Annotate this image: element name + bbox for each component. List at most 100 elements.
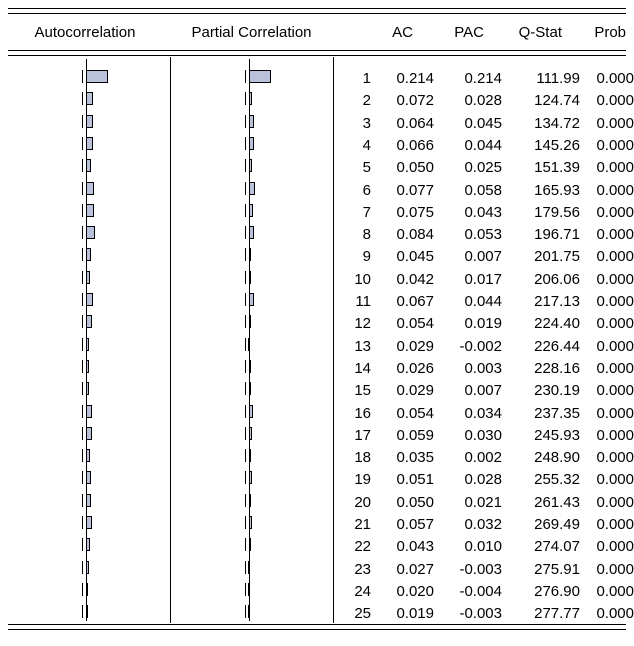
- acf-bar: [86, 114, 93, 128]
- acf-bar: [86, 582, 89, 596]
- cell-qstat: 134.72: [534, 114, 580, 132]
- column-header-row: Autocorrelation Partial Correlation AC P…: [0, 20, 634, 46]
- cell-prob: 0.000: [596, 136, 634, 154]
- cell-ac: 0.067: [396, 293, 434, 310]
- acf-bar: [86, 181, 94, 195]
- pacf-confidence-bound-tick: [245, 270, 246, 284]
- acf-confidence-bound-tick: [82, 404, 83, 418]
- acf-confidence-bound-tick: [82, 203, 83, 217]
- acf-confidence-bound-tick: [82, 114, 83, 128]
- pacf-confidence-bound-tick: [245, 404, 246, 418]
- cell-lag: 7: [362, 203, 371, 221]
- cell-pac: 0.030: [464, 426, 502, 444]
- cell-ac: 0.077: [396, 181, 434, 199]
- table-row: 9 0.045 0.007 201.75 0.000: [333, 246, 634, 268]
- cell-prob: 0.000: [596, 426, 634, 444]
- cell-pac: 0.034: [464, 404, 502, 422]
- bottom-rule-upper: [8, 624, 626, 625]
- cell-lag: 25: [354, 605, 371, 623]
- cell-qstat: 226.44: [534, 337, 580, 355]
- cell-qstat: 237.35: [534, 404, 580, 422]
- pacf-bar: [248, 560, 250, 574]
- cell-lag: 20: [354, 493, 371, 511]
- pacf-bar: [249, 404, 253, 418]
- cell-qstat: 196.71: [534, 226, 580, 244]
- cell-qstat: 201.75: [534, 248, 580, 266]
- pacf-confidence-bound-tick: [245, 293, 246, 306]
- partial-correlation-plot: [170, 57, 333, 623]
- table-row: 20 0.050 0.021 261.43 0.000: [333, 492, 634, 514]
- cell-pac: 0.025: [464, 159, 502, 177]
- cell-qstat: 179.56: [534, 203, 580, 221]
- cell-prob: 0.000: [596, 337, 634, 355]
- cell-ac: 0.027: [396, 560, 434, 578]
- acf-bar: [86, 248, 91, 262]
- acf-bar: [86, 203, 94, 217]
- pacf-bar: [249, 92, 252, 106]
- cell-ac: 0.054: [396, 404, 434, 422]
- table-row: 5 0.050 0.025 151.39 0.000: [333, 157, 634, 179]
- table-row: 24 0.020 -0.004 276.90 0.000: [333, 581, 634, 603]
- acf-bar: [86, 337, 89, 351]
- column-header-ac: AC: [392, 24, 413, 41]
- pacf-bar: [249, 181, 255, 195]
- cell-ac: 0.066: [396, 136, 434, 154]
- cell-prob: 0.000: [596, 315, 634, 333]
- cell-ac: 0.059: [396, 426, 434, 444]
- header-rule-lower: [8, 55, 626, 56]
- cell-prob: 0.000: [596, 493, 634, 511]
- pacf-confidence-bound-tick: [245, 582, 246, 596]
- pacf-bar: [249, 471, 252, 485]
- cell-lag: 5: [362, 159, 371, 177]
- cell-pac: 0.028: [464, 471, 502, 489]
- cell-prob: 0.000: [596, 359, 634, 377]
- cell-qstat: 230.19: [534, 382, 580, 400]
- table-row: 22 0.043 0.010 274.07 0.000: [333, 536, 634, 558]
- cell-ac: 0.043: [396, 538, 434, 556]
- table-row: 17 0.059 0.030 245.93 0.000: [333, 425, 634, 447]
- cell-prob: 0.000: [596, 248, 634, 266]
- top-rule-outer: [8, 8, 626, 9]
- cell-lag: 17: [354, 426, 371, 444]
- pacf-bar: [249, 248, 251, 262]
- cell-pac: 0.032: [464, 516, 502, 533]
- cell-pac: 0.021: [464, 493, 502, 511]
- pacf-confidence-bound-tick: [245, 359, 246, 373]
- acf-bar: [86, 92, 94, 106]
- table-row: 13 0.029 -0.002 226.44 0.000: [333, 336, 634, 358]
- cell-ac: 0.050: [396, 159, 434, 177]
- cell-lag: 1: [362, 70, 371, 87]
- table-row: 1 0.214 0.214 111.99 0.000: [333, 68, 634, 90]
- cell-qstat: 245.93: [534, 426, 580, 444]
- correlogram-panel: Autocorrelation Partial Correlation AC P…: [0, 0, 634, 646]
- cell-pac: 0.045: [464, 114, 502, 132]
- pacf-confidence-bound-tick: [245, 493, 246, 507]
- acf-confidence-bound-tick: [82, 248, 83, 262]
- cell-qstat: 165.93: [534, 181, 580, 199]
- table-row: 2 0.072 0.028 124.74 0.000: [333, 90, 634, 112]
- pacf-bar: [249, 114, 254, 128]
- cell-ac: 0.029: [396, 337, 434, 355]
- pacf-confidence-bound-tick: [245, 337, 246, 351]
- cell-prob: 0.000: [596, 605, 634, 623]
- acf-bar: [86, 270, 91, 284]
- acf-confidence-bound-tick: [82, 471, 83, 485]
- cell-prob: 0.000: [596, 382, 634, 400]
- pacf-confidence-bound-tick: [245, 471, 246, 485]
- pacf-bar: [249, 203, 254, 217]
- acf-confidence-bound-tick: [82, 337, 83, 351]
- acf-bar: [86, 605, 88, 619]
- pacf-confidence-bound-tick: [245, 203, 246, 217]
- pacf-bar: [248, 605, 250, 619]
- table-row: 16 0.054 0.034 237.35 0.000: [333, 403, 634, 425]
- acf-bar: [86, 404, 92, 418]
- table-row: 11 0.067 0.044 217.13 0.000: [333, 291, 634, 313]
- cell-prob: 0.000: [596, 516, 634, 533]
- pacf-confidence-bound-tick: [245, 226, 246, 240]
- acf-confidence-bound-tick: [82, 92, 83, 106]
- cell-ac: 0.214: [396, 70, 434, 87]
- cell-ac: 0.029: [396, 382, 434, 400]
- column-header-partial-correlation: Partial Correlation: [191, 24, 312, 41]
- pacf-bar: [248, 337, 250, 351]
- acf-bar: [86, 538, 91, 552]
